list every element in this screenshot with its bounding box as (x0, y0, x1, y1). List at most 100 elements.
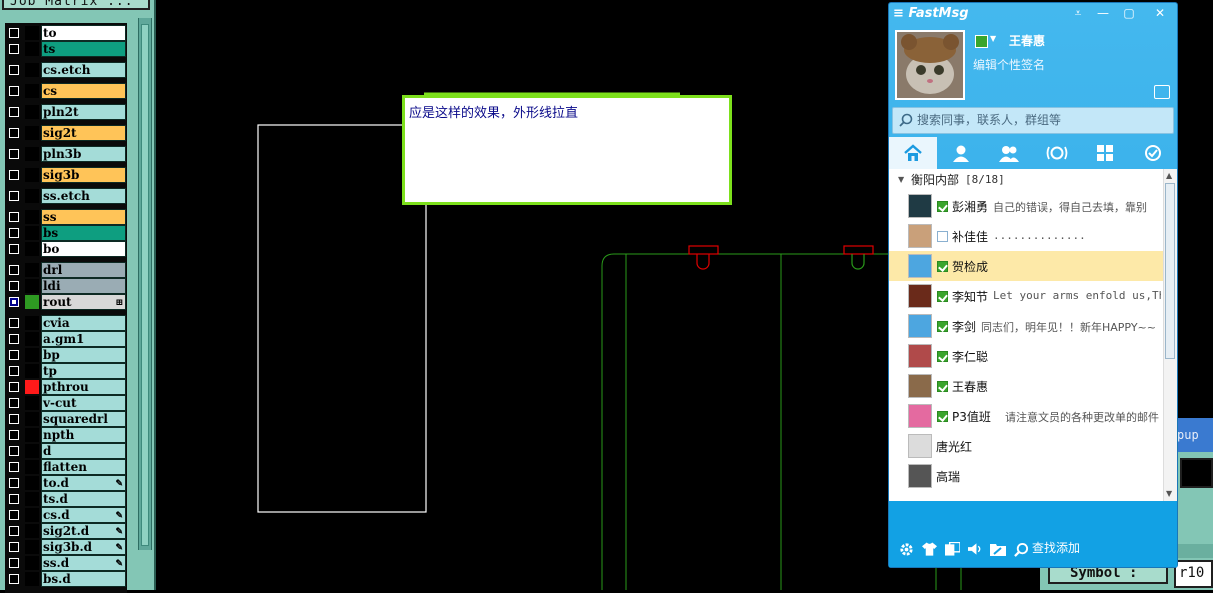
layer-affected-checkbox[interactable] (9, 462, 19, 472)
layer-row[interactable]: bo (5, 241, 127, 257)
contact-avatar[interactable] (908, 284, 932, 308)
contact-list-scrollbar[interactable]: ▲ ▼ (1163, 169, 1177, 501)
layer-affected-checkbox[interactable] (9, 297, 19, 307)
layer-display-color[interactable] (25, 42, 39, 56)
contact-row[interactable]: 王春惠 (889, 371, 1163, 401)
status-dropdown-icon[interactable]: ▼ (990, 34, 996, 43)
layer-display-color[interactable] (25, 412, 39, 426)
contact-row[interactable]: 补佳佳.............. (889, 221, 1163, 251)
contact-avatar[interactable] (908, 254, 932, 278)
contact-avatar[interactable] (908, 404, 932, 428)
layer-name[interactable]: ss.etch (41, 188, 126, 204)
signature-edit[interactable]: 编辑个性签名 (973, 56, 1045, 73)
layer-row[interactable]: tp (5, 363, 127, 379)
layer-name[interactable]: ts (41, 41, 126, 57)
layer-name[interactable]: a.gm1 (41, 331, 126, 347)
layer-row[interactable]: rout ⊞ (5, 294, 127, 310)
layer-row[interactable]: to (5, 25, 127, 41)
layer-name[interactable]: ss (41, 209, 126, 225)
layer-name[interactable]: flatten (41, 459, 126, 475)
layer-name[interactable]: ts.d (41, 491, 126, 507)
layer-display-color[interactable] (25, 226, 39, 240)
layer-row[interactable]: squaredrl (5, 411, 127, 427)
tab-apps[interactable] (1081, 137, 1129, 169)
settings-icon[interactable] (898, 541, 914, 557)
file-transfer-icon[interactable] (990, 541, 1006, 557)
layer-name[interactable]: d (41, 443, 126, 459)
window-maximize-icon[interactable]: ▢ (1120, 5, 1138, 21)
layer-row[interactable]: ldi (5, 278, 127, 294)
layer-name[interactable]: drl (41, 262, 126, 278)
layer-row[interactable]: sig3b (5, 167, 127, 183)
layer-display-color[interactable] (25, 84, 39, 98)
layer-row[interactable]: d (5, 443, 127, 459)
layer-display-color[interactable] (25, 210, 39, 224)
layer-display-color[interactable] (25, 147, 39, 161)
layer-display-color[interactable] (25, 168, 39, 182)
group-collapse-icon[interactable]: ▼ (898, 169, 904, 191)
layer-affected-checkbox[interactable] (9, 212, 19, 222)
user-avatar[interactable] (895, 30, 965, 100)
layer-row[interactable]: to.d ✎ (5, 475, 127, 491)
layer-row[interactable]: drl (5, 262, 127, 278)
layer-affected-checkbox[interactable] (9, 170, 19, 180)
layer-display-color[interactable] (25, 279, 39, 293)
tab-groups[interactable] (985, 137, 1033, 169)
layer-name[interactable]: npth (41, 427, 126, 443)
layer-name[interactable]: bo (41, 241, 126, 257)
layer-display-color[interactable] (25, 189, 39, 203)
layer-affected-checkbox[interactable] (9, 478, 19, 488)
layer-display-color[interactable] (25, 444, 39, 458)
layer-name[interactable]: cs (41, 83, 126, 99)
tab-broadcast[interactable] (1033, 137, 1081, 169)
layer-row[interactable]: cvia (5, 315, 127, 331)
layer-row[interactable]: sig2t (5, 125, 127, 141)
layer-name[interactable]: cs.d ✎ (41, 507, 126, 523)
layer-affected-checkbox[interactable] (9, 128, 19, 138)
layer-display-color[interactable] (25, 508, 39, 522)
user-status-icon[interactable] (975, 35, 988, 48)
skin-icon[interactable] (921, 541, 937, 557)
sound-icon[interactable] (967, 541, 983, 557)
layer-display-color[interactable] (25, 396, 39, 410)
contact-avatar[interactable] (908, 464, 932, 488)
layer-display-color[interactable] (25, 428, 39, 442)
contact-row[interactable]: 唐光红 (889, 431, 1163, 461)
contact-row[interactable]: 李剑 同志们，明年见！！新年HAPPY~~ (889, 311, 1163, 341)
scroll-down-icon[interactable]: ▼ (1166, 489, 1172, 498)
layer-affected-checkbox[interactable] (9, 28, 19, 38)
contact-list-scroll-thumb[interactable] (1165, 183, 1175, 359)
layer-row[interactable]: sig3b.d ✎ (5, 539, 127, 555)
layer-affected-checkbox[interactable] (9, 558, 19, 568)
layer-name[interactable]: squaredrl (41, 411, 126, 427)
tab-contacts[interactable] (937, 137, 985, 169)
layer-affected-checkbox[interactable] (9, 446, 19, 456)
layer-name[interactable]: v-cut (41, 395, 126, 411)
contact-avatar[interactable] (908, 314, 932, 338)
layer-affected-checkbox[interactable] (9, 510, 19, 520)
background-window-tool-button[interactable] (1180, 458, 1213, 488)
contact-row[interactable]: 高瑞 (889, 461, 1163, 491)
tab-history[interactable] (1129, 137, 1177, 169)
layer-display-color[interactable] (25, 572, 39, 586)
layer-name[interactable]: bs (41, 225, 126, 241)
layer-affected-checkbox[interactable] (9, 149, 19, 159)
contact-row[interactable]: 李知节 Let your arms enfold us,Thro (889, 281, 1163, 311)
layer-display-color[interactable] (25, 316, 39, 330)
symbol-input[interactable]: r10 (1174, 560, 1213, 588)
layer-display-color[interactable] (25, 540, 39, 554)
layer-row[interactable]: a.gm1 (5, 331, 127, 347)
message-manager-icon[interactable] (944, 541, 960, 557)
layer-row[interactable]: cs (5, 83, 127, 99)
layer-display-color[interactable] (25, 295, 39, 309)
layer-affected-checkbox[interactable] (9, 350, 19, 360)
layer-name[interactable]: tp (41, 363, 126, 379)
contact-avatar[interactable] (908, 344, 932, 368)
layer-affected-checkbox[interactable] (9, 366, 19, 376)
layer-row[interactable]: bs.d (5, 571, 127, 587)
fastmsg-window[interactable]: ≡ FastMsg ⩡ — ▢ ✕ ▼ 王春惠 编辑个性签名 搜索同事，联系人，… (888, 2, 1178, 568)
layer-display-color[interactable] (25, 476, 39, 490)
layer-affected-checkbox[interactable] (9, 494, 19, 504)
layer-row[interactable]: pln2t (5, 104, 127, 120)
contact-row[interactable]: 李仁聪 (889, 341, 1163, 371)
